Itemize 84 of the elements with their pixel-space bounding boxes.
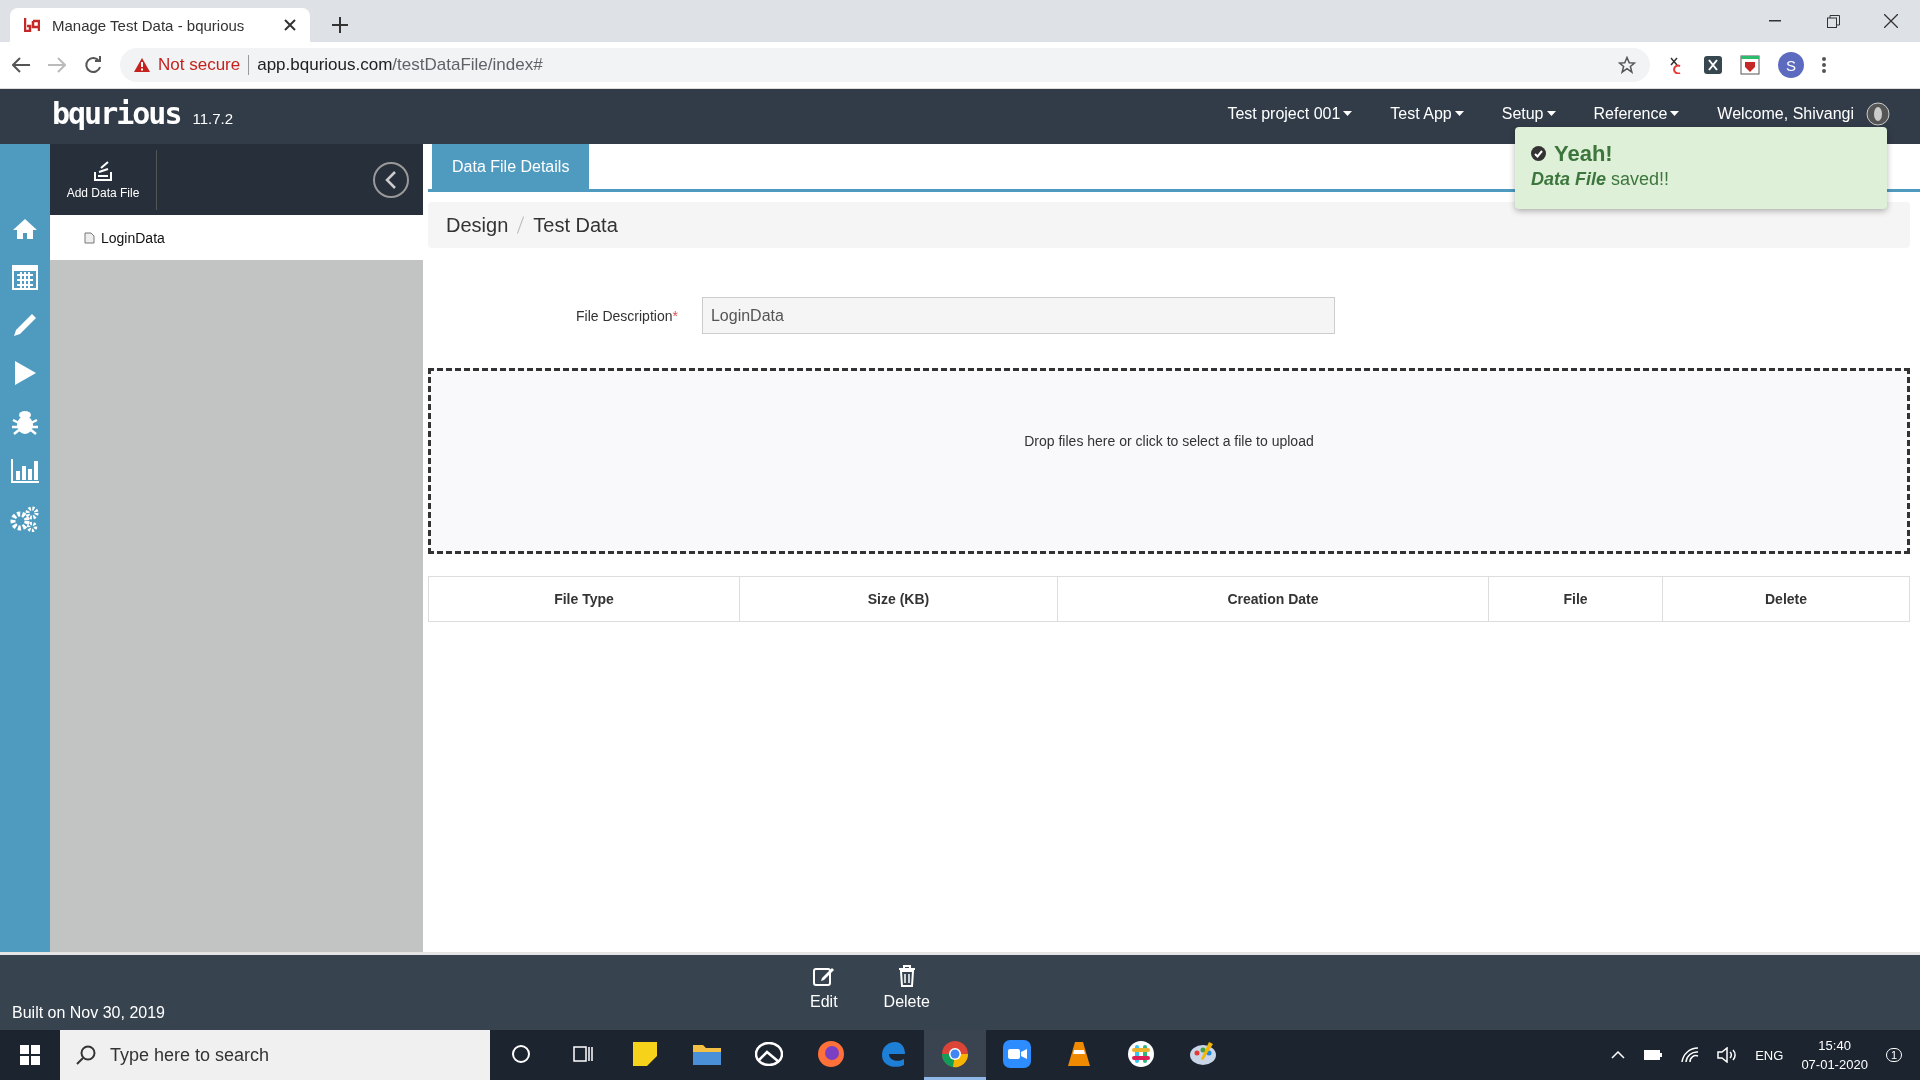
url-text: app.bqurious.com/testDataFile/index# [257, 55, 544, 75]
tray-upload-icon [93, 159, 113, 182]
collapse-button[interactable] [373, 161, 409, 198]
calendar-icon[interactable] [12, 262, 38, 290]
reload-icon[interactable] [84, 56, 102, 74]
clock-date[interactable]: 07-01-2020 [1801, 1057, 1868, 1072]
task-view-icon[interactable] [573, 1043, 593, 1064]
column-header: Creation Date [1057, 577, 1488, 621]
back-icon[interactable] [12, 57, 30, 73]
browser-tab[interactable]: Manage Test Data - bqurious [10, 8, 310, 42]
speaker-icon[interactable] [1717, 1047, 1738, 1063]
caret-icon [1546, 111, 1556, 116]
taskbar-search-field[interactable]: Type here to search [60, 1030, 490, 1080]
play-icon[interactable] [13, 360, 37, 386]
edit-button[interactable]: Edit [810, 965, 838, 1011]
wifi-icon[interactable] [1681, 1047, 1700, 1063]
file-list-item[interactable]: LoginData [50, 215, 423, 260]
file-description-field[interactable]: LoginData [701, 297, 1335, 334]
nav-menu[interactable]: Setup [1501, 104, 1556, 123]
pencil-icon[interactable] [12, 312, 38, 338]
column-header: File [1488, 577, 1662, 621]
build-info: Built on Nov 30, 2019 [12, 1004, 165, 1022]
clock-time[interactable]: 15:40 [1818, 1038, 1851, 1053]
toast-message: Data File saved!! [1531, 169, 1671, 190]
more-options-icon[interactable] [1822, 57, 1826, 73]
nav-menu[interactable]: Reference [1593, 104, 1680, 123]
field-label: File Description* [576, 307, 678, 324]
trash-icon [897, 965, 916, 987]
slack-icon[interactable] [1127, 1039, 1155, 1068]
security-warning: Not secure [158, 55, 241, 75]
shield-extension-icon[interactable] [1740, 55, 1760, 75]
edit-icon [811, 965, 836, 987]
close-icon[interactable] [1884, 14, 1898, 28]
nav-menu[interactable]: Test project 001 [1227, 104, 1353, 123]
site-logo-icon [24, 18, 40, 32]
settings-icon[interactable] [10, 506, 40, 532]
column-header: File Type [553, 590, 615, 609]
welcome-text[interactable]: Welcome, Shivangi [1717, 104, 1854, 123]
firefox-icon[interactable] [817, 1039, 845, 1068]
close-icon[interactable] [284, 19, 296, 31]
folder-icon[interactable] [693, 1042, 721, 1065]
chevron-left-icon [384, 169, 398, 190]
search-icon [76, 1045, 96, 1065]
breadcrumb-item: Test Data [533, 213, 618, 237]
toast-title: Yeah! [1531, 141, 1871, 167]
new-tab-icon[interactable] [332, 17, 348, 33]
breadcrumb-item[interactable]: Design [446, 213, 509, 237]
tab-title: Manage Test Data - bqurious [52, 16, 246, 34]
warning-icon [134, 58, 150, 72]
user-avatar-icon[interactable] [1866, 101, 1890, 126]
language-indicator[interactable]: ENG [1755, 1047, 1784, 1063]
windows-start-icon[interactable] [20, 1045, 40, 1065]
battery-icon[interactable] [1643, 1049, 1664, 1061]
cortana-icon[interactable] [511, 1043, 531, 1064]
caret-icon [1343, 111, 1353, 116]
minimize-icon[interactable] [1769, 20, 1781, 22]
chrome-icon[interactable] [941, 1039, 969, 1068]
video-camera-icon[interactable] [1003, 1039, 1031, 1068]
restore-icon[interactable] [1826, 14, 1840, 28]
app-logo: bqurious [52, 96, 181, 131]
column-header: Delete [1662, 577, 1909, 621]
traffic-cone-icon[interactable] [1066, 1039, 1092, 1068]
extension-icon[interactable] [1704, 56, 1722, 74]
check-circle-icon [1531, 146, 1546, 161]
caret-icon [1454, 111, 1464, 116]
photos-icon[interactable] [755, 1041, 783, 1066]
home-icon[interactable] [12, 218, 38, 240]
sticky-note-icon[interactable] [633, 1041, 657, 1066]
edge-icon[interactable] [879, 1039, 907, 1068]
file-drop-zone[interactable]: Drop files here or click to select a file to upload [428, 368, 1910, 554]
address-bar[interactable]: Not secure app.bqurious.com/testDataFile/index# [120, 48, 1650, 82]
chevron-up-icon[interactable] [1611, 1051, 1626, 1059]
star-icon[interactable] [1618, 56, 1636, 74]
nav-menu[interactable]: Test App [1390, 104, 1464, 123]
required-mark: * [672, 307, 678, 324]
bar-chart-icon[interactable] [10, 458, 40, 484]
file-icon [84, 231, 95, 244]
column-header: Size (KB) [739, 577, 1057, 621]
caret-icon [1670, 111, 1680, 116]
bug-icon[interactable] [11, 408, 39, 436]
profile-avatar[interactable]: S [1778, 52, 1804, 78]
palette-icon[interactable] [1189, 1039, 1217, 1068]
app-version: 11.7.2 [192, 110, 234, 127]
delete-button[interactable]: Delete [883, 965, 930, 1011]
